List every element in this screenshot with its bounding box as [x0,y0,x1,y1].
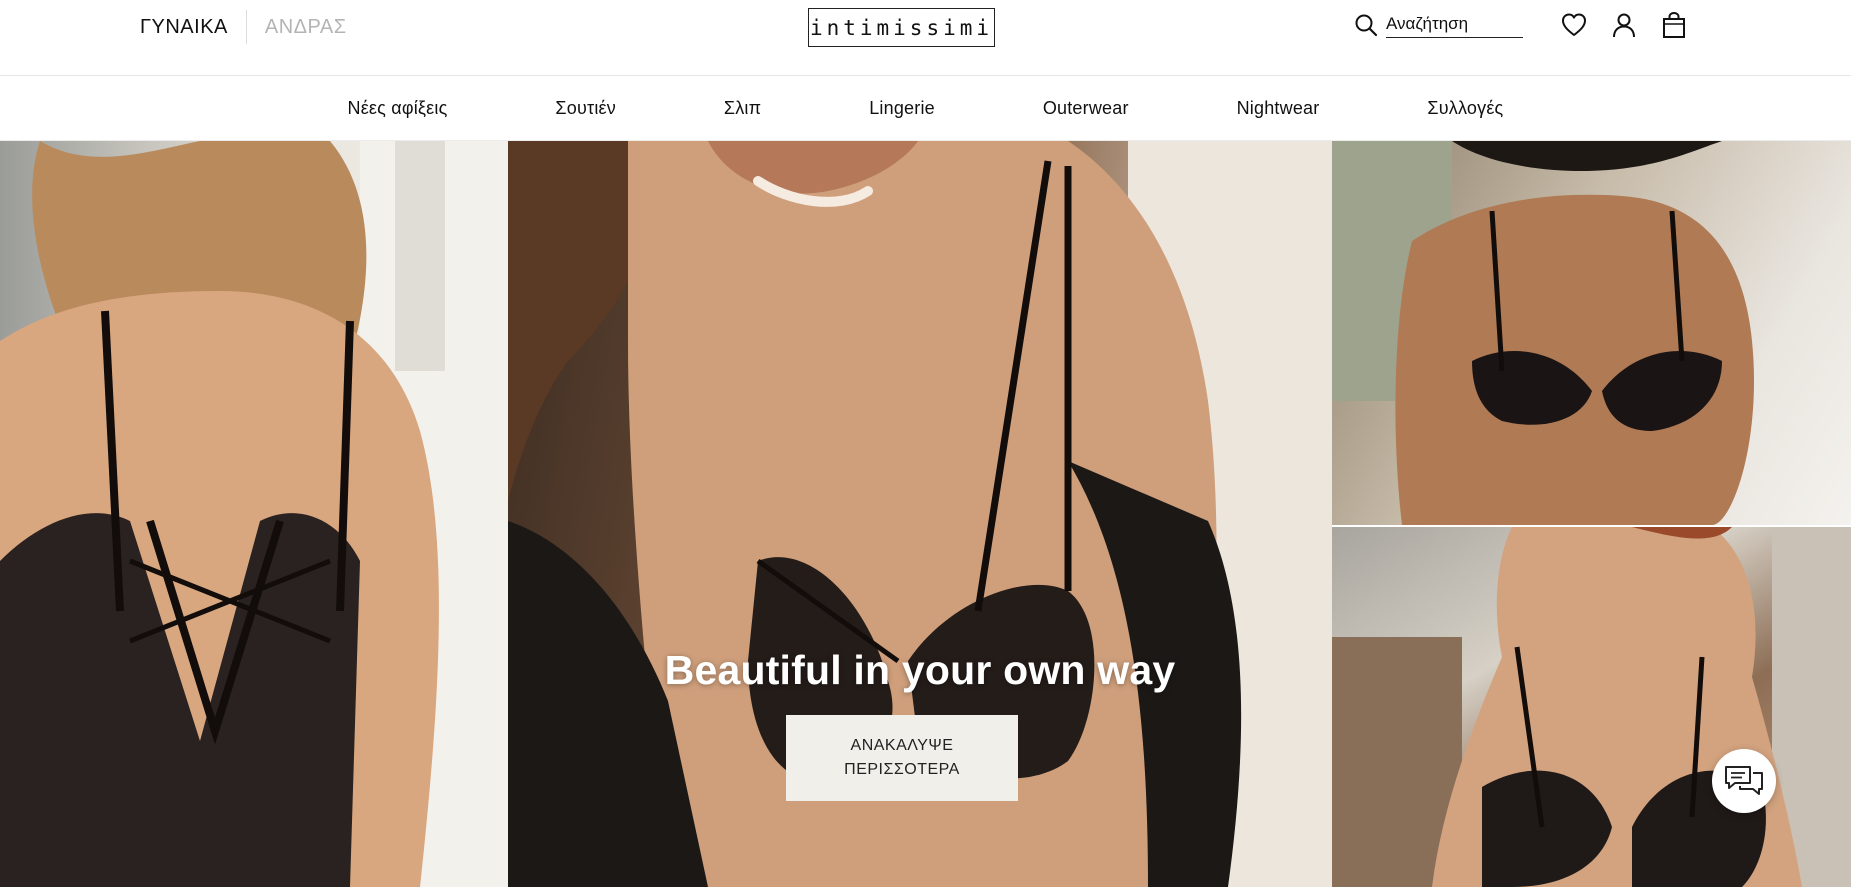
category-nightwear[interactable]: Nightwear [1237,98,1320,119]
shopping-bag-icon[interactable] [1661,11,1687,39]
category-collections[interactable]: Συλλογές [1427,98,1503,119]
header-tools [1354,10,1687,40]
category-lingerie[interactable]: Lingerie [869,98,935,119]
search-icon[interactable] [1354,13,1378,37]
brand-logo[interactable]: intimissimi [808,8,995,47]
search-input[interactable] [1386,12,1523,38]
hero-photo-bottom-right [1332,527,1851,887]
hero-banner: Beautiful in your own way ΑΝΑΚΑΛΥΨΕ ΠΕΡΙ… [0,141,1851,887]
top-header: ΓΥΝΑΙΚΑ ΑΝΔΡΑΣ intimissimi [0,0,1851,76]
chat-icon [1725,766,1763,795]
search-box [1354,12,1523,38]
hero-title: Beautiful in your own way [664,647,1176,693]
gender-divider [245,10,247,44]
hero-photo-left [0,141,508,887]
logo-text: intimissimi [809,15,994,40]
hero-image-bottom-right[interactable] [1332,527,1851,887]
category-list: Νέες αφίξεις Σουτιέν Σλιπ Lingerie Outer… [336,98,1516,119]
hero-image-top-right[interactable] [1332,141,1851,525]
hero-photo-top-right [1332,141,1754,525]
category-nav: Νέες αφίξεις Σουτιέν Σλιπ Lingerie Outer… [0,77,1851,140]
tab-men[interactable]: ΑΝΔΡΑΣ [265,16,347,39]
category-new-arrivals[interactable]: Νέες αφίξεις [348,98,448,119]
chat-button[interactable] [1712,749,1776,813]
heart-icon[interactable] [1561,11,1587,39]
category-bras[interactable]: Σουτιέν [555,98,616,119]
hero-image-left[interactable] [0,141,508,887]
user-icon[interactable] [1611,11,1637,39]
discover-more-label: ΑΝΑΚΑΛΥΨΕ ΠΕΡΙΣΣΟΤΕΡΑ [844,737,960,778]
tab-women[interactable]: ΓΥΝΑΙΚΑ [140,16,228,39]
discover-more-button[interactable]: ΑΝΑΚΑΛΥΨΕ ΠΕΡΙΣΣΟΤΕΡΑ [786,715,1018,801]
category-outerwear[interactable]: Outerwear [1043,98,1129,119]
category-briefs[interactable]: Σλιπ [724,98,761,119]
gender-switch: ΓΥΝΑΙΚΑ ΑΝΔΡΑΣ [140,10,347,44]
